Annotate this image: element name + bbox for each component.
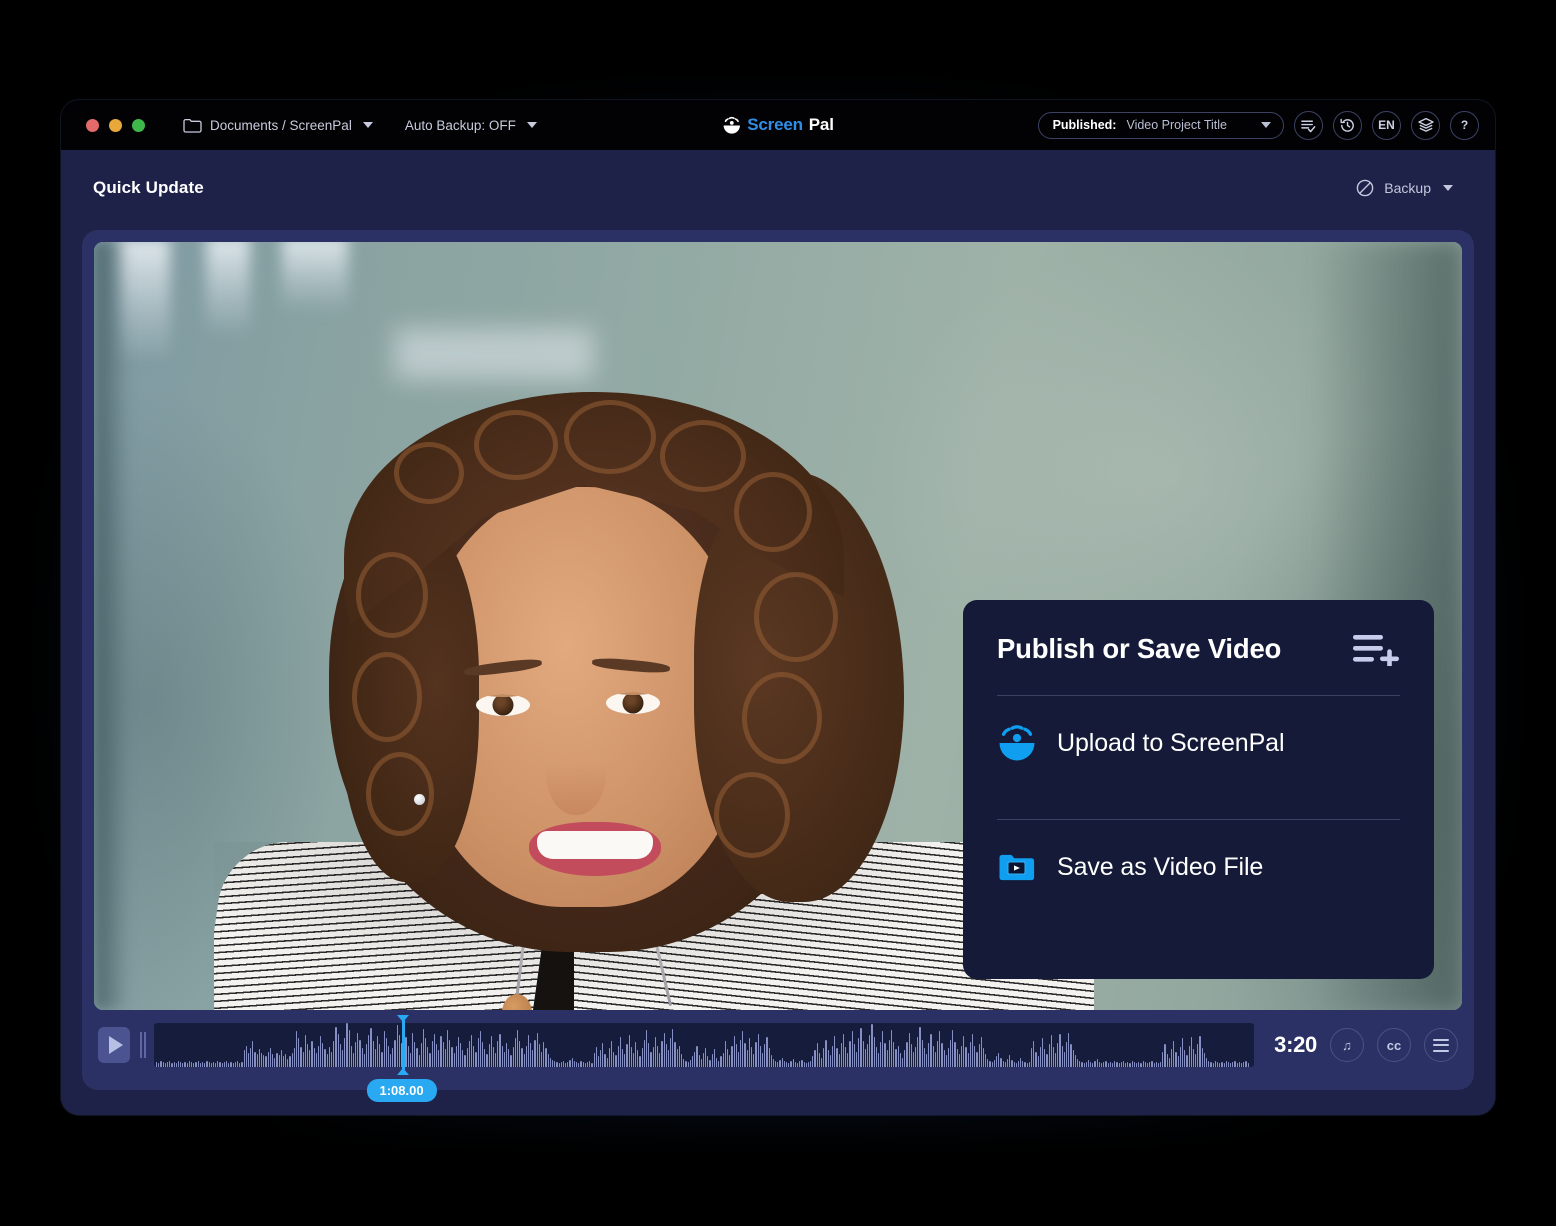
editor-card: Publish or Save Video Upload to ScreenPa… bbox=[82, 230, 1474, 1102]
screenshot-stage: Documents / ScreenPal Auto Backup: OFF S… bbox=[0, 0, 1556, 1226]
titlebar-actions: Published: Video Project Title EN ? bbox=[1037, 110, 1479, 140]
auto-backup-dropdown[interactable]: Auto Backup: OFF bbox=[405, 118, 537, 133]
timeline-controls: 3:20 ♫ cc bbox=[1274, 1028, 1458, 1062]
brand-name-second: Pal bbox=[808, 115, 834, 134]
hair-curl bbox=[660, 420, 746, 492]
hair-curl bbox=[754, 572, 838, 662]
hair-curl bbox=[714, 772, 790, 858]
subject-iris bbox=[622, 692, 644, 714]
publish-panel-title: Publish or Save Video bbox=[997, 633, 1282, 664]
hair-curl bbox=[474, 410, 558, 480]
subject-iris bbox=[492, 694, 514, 716]
close-window-button[interactable] bbox=[86, 118, 99, 132]
hair-curl bbox=[356, 552, 428, 638]
app-body: Quick Update Backup Publish or Save Vide… bbox=[61, 150, 1495, 1115]
timeline-bar: 1:08.00 3:20 ♫ cc bbox=[94, 1010, 1462, 1102]
save-as-video-file-item[interactable]: Save as Video File bbox=[997, 820, 1400, 914]
chevron-down-icon bbox=[1261, 122, 1271, 128]
no-backup-icon bbox=[1356, 179, 1374, 197]
screenpal-mark-icon bbox=[723, 116, 740, 134]
help-button[interactable]: ? bbox=[1450, 110, 1479, 140]
hair-curl bbox=[366, 752, 434, 836]
hair-curl bbox=[352, 652, 422, 742]
list-add-icon[interactable] bbox=[1352, 632, 1400, 666]
menu-icon bbox=[1433, 1038, 1449, 1052]
language-button[interactable]: EN bbox=[1372, 110, 1401, 140]
video-folder-icon bbox=[999, 854, 1035, 881]
total-duration-label: 3:20 bbox=[1274, 1032, 1317, 1057]
subject-nose bbox=[546, 729, 606, 815]
music-button[interactable]: ♫ bbox=[1330, 1028, 1364, 1062]
brand-name-first: Screen bbox=[747, 115, 803, 134]
chevron-down-icon bbox=[526, 122, 537, 128]
upload-to-screenpal-label: Upload to ScreenPal bbox=[1057, 728, 1285, 757]
project-path-dropdown[interactable]: Documents / ScreenPal bbox=[183, 118, 373, 133]
subject-eye-left bbox=[476, 694, 530, 716]
playhead[interactable] bbox=[401, 1019, 405, 1071]
hair-curl bbox=[394, 442, 464, 504]
history-icon bbox=[1340, 118, 1354, 132]
playhead-time-badge: 1:08.00 bbox=[366, 1079, 437, 1102]
screenpal-app-window: Documents / ScreenPal Auto Backup: OFF S… bbox=[61, 100, 1495, 1115]
music-icon: ♫ bbox=[1342, 1037, 1352, 1053]
chevron-down-icon bbox=[362, 122, 373, 128]
auto-backup-label: Auto Backup: OFF bbox=[404, 117, 516, 133]
play-icon bbox=[108, 1036, 123, 1054]
version-history-button[interactable] bbox=[1333, 110, 1362, 140]
task-list-button[interactable] bbox=[1294, 110, 1323, 140]
project-status-label: Published: bbox=[1052, 118, 1117, 132]
audio-waveform-track[interactable]: 1:08.00 bbox=[154, 1019, 1255, 1102]
sub-toolbar: Quick Update Backup bbox=[61, 150, 1495, 226]
screenpal-logo: Screen Pal bbox=[722, 115, 834, 135]
title-bar: Documents / ScreenPal Auto Backup: OFF S… bbox=[61, 100, 1495, 150]
publish-or-save-panel: Publish or Save Video Upload to ScreenPa… bbox=[963, 600, 1434, 979]
traffic-light-buttons bbox=[86, 118, 145, 132]
layers-icon bbox=[1417, 117, 1434, 132]
upload-to-screenpal-item[interactable]: Upload to ScreenPal bbox=[997, 696, 1400, 790]
backup-label: Backup bbox=[1384, 180, 1431, 196]
list-check-icon bbox=[1301, 120, 1316, 132]
layers-button[interactable] bbox=[1411, 110, 1440, 140]
hair-curl bbox=[734, 472, 812, 552]
subject-earring bbox=[414, 794, 425, 805]
play-button[interactable] bbox=[98, 1027, 130, 1063]
timeline-drag-handle[interactable] bbox=[138, 1030, 148, 1060]
language-label: EN bbox=[1378, 118, 1395, 132]
save-as-video-file-label: Save as Video File bbox=[1057, 852, 1264, 881]
maximize-window-button[interactable] bbox=[132, 118, 145, 132]
project-title-label: Video Project Title bbox=[1126, 118, 1227, 132]
project-path-label: Documents / ScreenPal bbox=[210, 117, 352, 133]
hair-curl bbox=[742, 672, 822, 764]
subject-mouth bbox=[529, 822, 661, 876]
publish-panel-header: Publish or Save Video bbox=[997, 632, 1400, 666]
subject-teeth bbox=[537, 831, 653, 859]
screenpal-upload-icon bbox=[999, 725, 1035, 761]
video-preview[interactable]: Publish or Save Video Upload to ScreenPa… bbox=[94, 242, 1462, 1010]
audio-waveform bbox=[154, 1023, 1254, 1067]
help-label: ? bbox=[1460, 118, 1469, 132]
page-title: Quick Update bbox=[93, 178, 204, 197]
hair-curl bbox=[564, 400, 656, 474]
timeline-menu-button[interactable] bbox=[1424, 1028, 1458, 1062]
backup-dropdown[interactable]: Backup bbox=[1355, 178, 1453, 198]
subject-eye-right bbox=[606, 692, 660, 714]
chevron-down-icon bbox=[1443, 185, 1453, 191]
folder-icon bbox=[183, 118, 202, 133]
minimize-window-button[interactable] bbox=[109, 118, 122, 132]
project-status-dropdown[interactable]: Published: Video Project Title bbox=[1037, 111, 1284, 139]
captions-button[interactable]: cc bbox=[1377, 1028, 1411, 1062]
captions-icon: cc bbox=[1386, 1037, 1402, 1053]
